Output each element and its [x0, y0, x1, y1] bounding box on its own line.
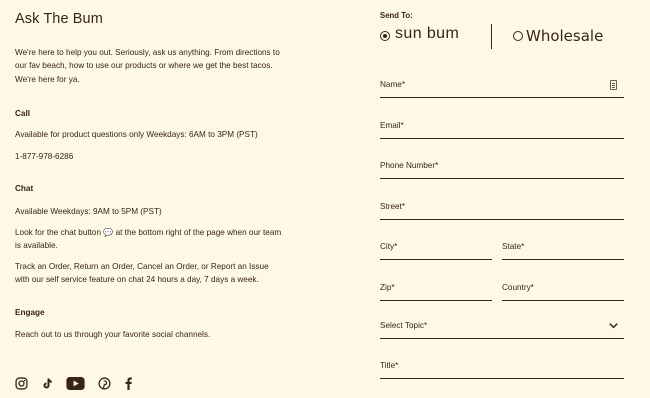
youtube-icon[interactable] — [66, 376, 85, 390]
city-field[interactable]: City* — [380, 242, 492, 260]
option-divider — [491, 24, 492, 49]
facebook-icon[interactable] — [124, 376, 133, 390]
phone-field[interactable]: Phone Number* — [380, 161, 624, 179]
street-field[interactable]: Street* — [380, 202, 624, 220]
email-field[interactable]: Email* — [380, 121, 624, 139]
page-title: Ask The Bum — [15, 11, 103, 27]
engage-heading: Engage — [15, 308, 45, 317]
send-to-label: Send To: — [380, 11, 413, 20]
chat-availability: Available Weekdays: 9AM to 5PM (PST) — [15, 207, 162, 216]
phone-label: Phone Number* — [380, 161, 439, 170]
country-label: Country* — [502, 283, 534, 292]
phone-number-link[interactable]: 1-877-978-6286 — [15, 150, 283, 163]
call-heading: Call — [15, 109, 31, 118]
city-label: City* — [380, 242, 398, 251]
name-field[interactable]: Name* — [380, 80, 624, 98]
wholesale-label: Wholesale — [526, 27, 604, 45]
state-field[interactable]: State* — [502, 242, 624, 260]
pinterest-icon[interactable] — [98, 376, 111, 390]
chat-instructions-before: Look for the chat button — [15, 228, 102, 237]
chevron-down-icon[interactable] — [609, 321, 618, 331]
zip-label: Zip* — [380, 283, 395, 292]
intro-text: We're here to help you out. Seriously, a… — [15, 48, 280, 84]
sunbum-logo: sun bum — [395, 25, 460, 42]
engage-text: Reach out to us through your favorite so… — [15, 330, 211, 339]
instagram-icon[interactable] — [15, 376, 28, 390]
name-label: Name* — [380, 80, 406, 89]
title-field[interactable]: Title* — [380, 361, 624, 379]
topic-select[interactable]: Select Topic* — [380, 321, 624, 339]
contact-card-icon[interactable] — [610, 80, 617, 90]
radio-sunbum[interactable] — [380, 31, 390, 41]
title-label: Title* — [380, 361, 399, 370]
street-label: Street* — [380, 202, 406, 211]
chat-instructions: Look for the chat button 💬 at the bottom… — [15, 226, 283, 253]
radio-wholesale[interactable] — [513, 31, 523, 41]
email-label: Email* — [380, 121, 404, 130]
call-availability: Available for product questions only Wee… — [15, 130, 258, 139]
self-service-text: Track an Order, Return an Order, Cancel … — [15, 262, 269, 285]
chat-heading: Chat — [15, 184, 34, 193]
recipient-selector: sun bum Wholesale — [380, 24, 625, 50]
state-label: State* — [502, 242, 525, 251]
topic-label: Select Topic* — [380, 321, 428, 330]
zip-field[interactable]: Zip* — [380, 283, 492, 301]
chat-bubble-icon: 💬 — [103, 228, 114, 237]
tiktok-icon[interactable] — [41, 376, 53, 390]
social-links — [15, 376, 146, 390]
country-field[interactable]: Country* — [502, 283, 624, 301]
